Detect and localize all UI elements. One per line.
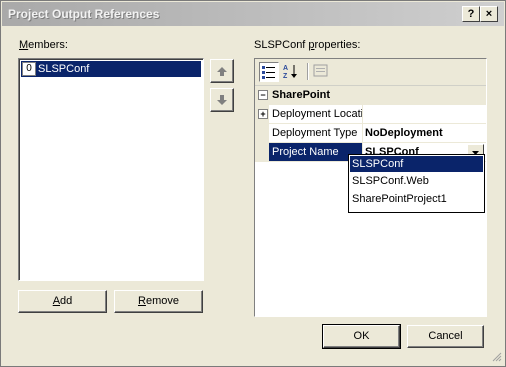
add-label-post: dd	[60, 295, 73, 307]
member-index: 0	[22, 62, 36, 76]
window-title: Project Output References	[8, 7, 160, 21]
member-name: SLSPConf	[38, 63, 90, 75]
property-name: Deployment Locati	[272, 108, 362, 120]
cancel-button[interactable]: Cancel	[407, 325, 484, 348]
expand-icon[interactable]: +	[258, 109, 268, 119]
properties-label: SLSPConf properties:	[254, 39, 360, 51]
column-divider[interactable]	[362, 105, 363, 123]
categorized-icon[interactable]	[259, 62, 279, 82]
property-value[interactable]: NoDeployment	[365, 127, 443, 139]
members-label: Members:	[19, 39, 68, 51]
project-name-dropdown-list[interactable]: SLSPConf SLSPConf.Web SharePointProject1	[348, 154, 485, 213]
close-button[interactable]: ×	[480, 6, 498, 22]
dropdown-option-slspconf-web[interactable]: SLSPConf.Web	[350, 173, 483, 189]
resize-grip-icon[interactable]	[490, 350, 502, 362]
property-name: Deployment Type	[272, 127, 358, 139]
remove-label-post: emove	[145, 295, 179, 307]
category-row-sharepoint[interactable]: − SharePoint	[255, 86, 486, 105]
property-pages-icon[interactable]	[312, 62, 330, 80]
properties-label-pre: SLSPConf	[254, 39, 309, 51]
move-down-button[interactable]	[210, 88, 234, 112]
members-label-post: embers:	[28, 39, 68, 51]
dropdown-option-slspconf[interactable]: SLSPConf	[350, 156, 483, 172]
project-output-references-dialog: Project Output References ? × Members: 0…	[0, 0, 506, 367]
properties-label-post: roperties:	[314, 39, 361, 51]
column-divider[interactable]	[362, 124, 363, 142]
remove-button[interactable]: Remove	[114, 290, 203, 313]
members-label-accel: M	[19, 39, 29, 51]
property-row-deployment-type[interactable]: Deployment Type NoDeployment	[255, 124, 486, 143]
move-up-button[interactable]	[210, 59, 234, 83]
alphabetical-sort-icon[interactable]: A Z	[282, 62, 300, 80]
arrow-down-icon	[217, 95, 227, 105]
ok-button[interactable]: OK	[322, 324, 401, 349]
category-name: SharePoint	[272, 89, 331, 101]
add-button[interactable]: Add	[18, 290, 107, 313]
arrow-up-icon	[217, 67, 227, 76]
property-row-deployment-location[interactable]: + Deployment Locati	[255, 105, 486, 124]
row-gutter	[255, 143, 269, 161]
members-listbox[interactable]: 0 SLSPConf	[18, 58, 204, 281]
title-bar[interactable]: Project Output References ? ×	[2, 2, 504, 26]
svg-text:A: A	[283, 65, 288, 72]
row-gutter	[255, 124, 269, 142]
add-label-accel: A	[52, 295, 61, 307]
svg-text:Z: Z	[283, 73, 288, 80]
list-item[interactable]: 0 SLSPConf	[21, 61, 201, 77]
collapse-icon[interactable]: −	[258, 90, 268, 100]
property-grid-toolbar: A Z	[255, 59, 486, 86]
dropdown-option-sharepointproject1[interactable]: SharePointProject1	[350, 191, 483, 207]
toolbar-separator	[307, 63, 309, 80]
help-button[interactable]: ?	[462, 6, 480, 22]
remove-label-accel: R	[138, 295, 146, 307]
